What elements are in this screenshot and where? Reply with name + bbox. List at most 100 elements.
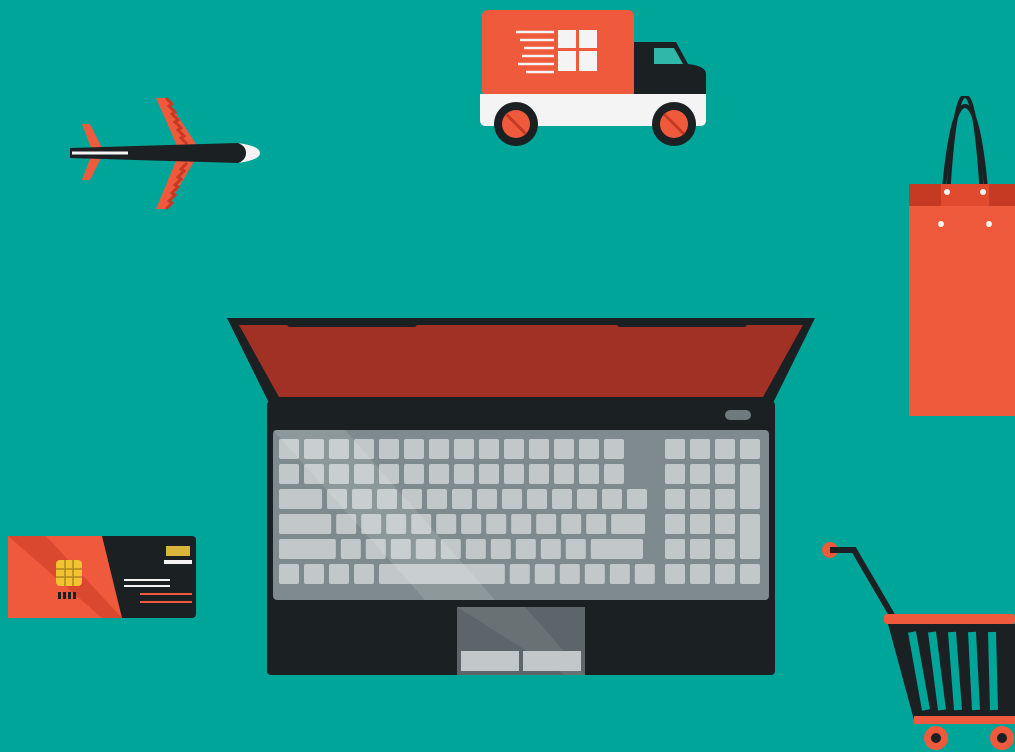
- airplane-icon: [70, 96, 260, 211]
- bag-eyelet-right: [980, 189, 986, 195]
- numpad-key: [690, 489, 710, 509]
- keyboard-key: [477, 489, 497, 509]
- numpad-key: [690, 514, 710, 534]
- keyboard-key: [329, 564, 349, 584]
- keyboard-key: [279, 489, 322, 509]
- trackpad-left-button: [461, 651, 519, 671]
- laptop-hinge-right: [617, 321, 747, 327]
- keyboard-key: [465, 539, 486, 559]
- keyboard-key: [429, 439, 449, 459]
- keyboard-key: [552, 489, 572, 509]
- keyboard-key: [529, 464, 549, 484]
- keyboard-key: [279, 514, 332, 534]
- keyboard-key: [502, 489, 522, 509]
- numpad-key: [665, 514, 685, 534]
- truck-wheel-rear: [494, 102, 538, 146]
- keyboard-key: [515, 539, 536, 559]
- numpad-key: [715, 539, 735, 559]
- keyboard-key: [611, 514, 645, 534]
- keyboard-key: [634, 564, 655, 584]
- keyboard-key: [554, 439, 574, 459]
- card-hologram: [166, 546, 190, 556]
- keyboard-key: [534, 564, 555, 584]
- trackpad-right-button: [523, 651, 581, 671]
- numpad-key: [740, 439, 760, 459]
- keyboard-key: [579, 464, 599, 484]
- bag-body: [909, 206, 1015, 416]
- credit-card-icon: [8, 536, 196, 618]
- numpad-key: [715, 514, 735, 534]
- keyboard-key: [536, 514, 557, 534]
- numpad-key: [715, 489, 735, 509]
- numpad-key: [690, 439, 710, 459]
- keyboard-key: [354, 564, 374, 584]
- keyboard-key: [429, 464, 449, 484]
- numpad-key: [715, 439, 735, 459]
- keyboard-key: [609, 564, 630, 584]
- keyboard-key: [304, 564, 324, 584]
- keyboard-key: [565, 539, 586, 559]
- keyboard-key: [479, 464, 499, 484]
- numpad-key: [665, 439, 685, 459]
- numpad-key: [715, 464, 735, 484]
- keyboard-key: [602, 489, 622, 509]
- keyboard-key: [527, 489, 547, 509]
- numpad-key: [690, 464, 710, 484]
- keyboard-key: [479, 439, 499, 459]
- keyboard-key: [461, 514, 482, 534]
- keyboard-key: [404, 439, 424, 459]
- keyboard-key: [584, 564, 605, 584]
- numpad-key: [715, 564, 735, 584]
- numpad-key: [665, 489, 685, 509]
- keyboard-key: [586, 514, 607, 534]
- numpad-key: [665, 564, 685, 584]
- cart-bottom-rail: [914, 716, 1015, 724]
- keyboard-key: [427, 489, 447, 509]
- keyboard-key: [604, 439, 624, 459]
- shopping-cart-icon: [822, 542, 1015, 750]
- cart-rim: [884, 614, 1015, 624]
- keyboard-key: [279, 564, 299, 584]
- keyboard-key: [504, 464, 524, 484]
- numpad-key: [740, 514, 760, 559]
- keyboard-key: [561, 514, 582, 534]
- keyboard-key: [529, 439, 549, 459]
- keyboard-key: [559, 564, 580, 584]
- chip-icon: [56, 560, 82, 586]
- ecommerce-illustration: [0, 0, 1015, 752]
- numpad-key: [665, 539, 685, 559]
- keyboard-key: [554, 464, 574, 484]
- numpad-key: [690, 539, 710, 559]
- keyboard-key: [279, 464, 299, 484]
- numpad-key: [740, 564, 760, 584]
- keyboard-key: [379, 439, 399, 459]
- cart-handle: [830, 547, 899, 624]
- bag-eyelet-left: [944, 189, 950, 195]
- keyboard-key: [604, 464, 624, 484]
- keyboard-key: [509, 564, 530, 584]
- truck-wheel-front: [652, 102, 696, 146]
- keyboard-key: [627, 489, 647, 509]
- shopping-bag-icon: [909, 96, 1015, 416]
- power-button: [725, 410, 751, 420]
- keyboard-key: [340, 539, 361, 559]
- keyboard-key: [486, 514, 507, 534]
- keyboard-key: [436, 514, 457, 534]
- keyboard-key: [504, 439, 524, 459]
- keyboard-key: [452, 489, 472, 509]
- laptop-icon: [227, 318, 815, 675]
- numpad-key: [665, 464, 685, 484]
- numpad-key: [740, 464, 760, 509]
- delivery-truck-icon: [480, 10, 706, 146]
- laptop-hinge-left: [287, 321, 417, 327]
- keyboard-key: [590, 539, 643, 559]
- laptop-screen: [239, 325, 803, 397]
- keyboard-key: [490, 539, 511, 559]
- keyboard-key: [454, 439, 474, 459]
- keyboard-key: [579, 439, 599, 459]
- keyboard-key: [454, 464, 474, 484]
- keyboard-key: [404, 464, 424, 484]
- keyboard-key: [540, 539, 561, 559]
- keyboard-key: [511, 514, 532, 534]
- numpad-key: [690, 564, 710, 584]
